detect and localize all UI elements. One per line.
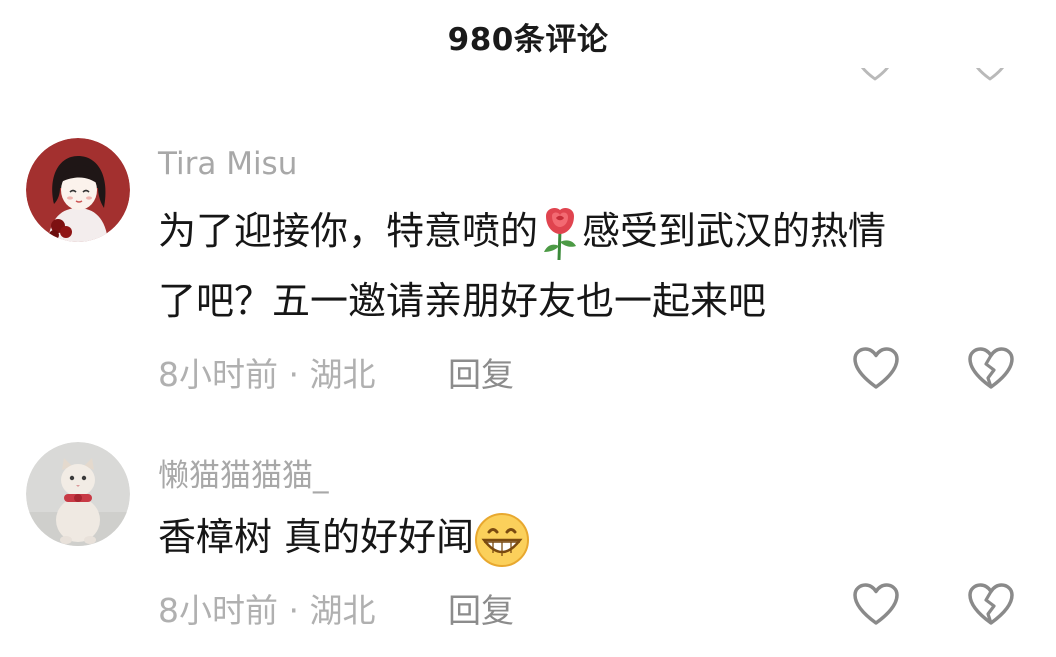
- rose-icon: [544, 207, 577, 260]
- comment-text-line: 香樟树 真的好好闻: [158, 515, 475, 559]
- heart-outline-icon[interactable]: [855, 68, 895, 84]
- avatar[interactable]: [26, 138, 130, 242]
- comments-header: 980条评论: [0, 0, 1056, 68]
- comment-username[interactable]: 懒猫猫猫猫_: [158, 450, 329, 495]
- comments-panel: 980条评论 Tira Misu 为了迎接你，特意喷的 感受到武汉的热情 了吧？…: [0, 0, 1056, 657]
- avatar[interactable]: [26, 442, 130, 546]
- comment-text-line: 感受到武汉的热情: [582, 209, 887, 253]
- heart-outline-icon[interactable]: [852, 347, 900, 391]
- previous-comment-cutoff: [0, 68, 1056, 88]
- avatar-cat-icon: [26, 442, 130, 546]
- comment-time: 8小时前: [158, 355, 278, 394]
- comment-time: 8小时前: [158, 591, 278, 630]
- reply-button[interactable]: 回复: [448, 348, 514, 396]
- reply-button[interactable]: 回复: [448, 584, 514, 632]
- meta-separator: ·: [288, 591, 300, 630]
- comment-location: 湖北: [309, 591, 376, 630]
- grinning-face-icon: [475, 512, 530, 567]
- heart-outline-icon[interactable]: [852, 583, 900, 627]
- comment-meta: 8小时前 · 湖北: [158, 348, 376, 396]
- comment-text: 香樟树 真的好好闻: [158, 502, 1028, 572]
- broken-heart-outline-icon[interactable]: [970, 68, 1010, 84]
- comment-text-line: 为了迎接你，特意喷的: [158, 209, 539, 253]
- comment-text: 为了迎接你，特意喷的 感受到武汉的热情 了吧？五一邀请亲朋好友也一起来吧: [158, 196, 1028, 336]
- comment-count-title: 980条评论: [447, 22, 609, 58]
- broken-heart-outline-icon[interactable]: [967, 583, 1015, 627]
- meta-separator: ·: [288, 355, 300, 394]
- comment-location: 湖北: [309, 355, 376, 394]
- avatar-girl-icon: [26, 138, 130, 242]
- comment-username[interactable]: Tira Misu: [158, 146, 297, 182]
- comment-meta: 8小时前 · 湖北: [158, 584, 376, 632]
- comment-text-line: 了吧？五一邀请亲朋好友也一起来吧: [158, 279, 767, 323]
- broken-heart-outline-icon[interactable]: [967, 347, 1015, 391]
